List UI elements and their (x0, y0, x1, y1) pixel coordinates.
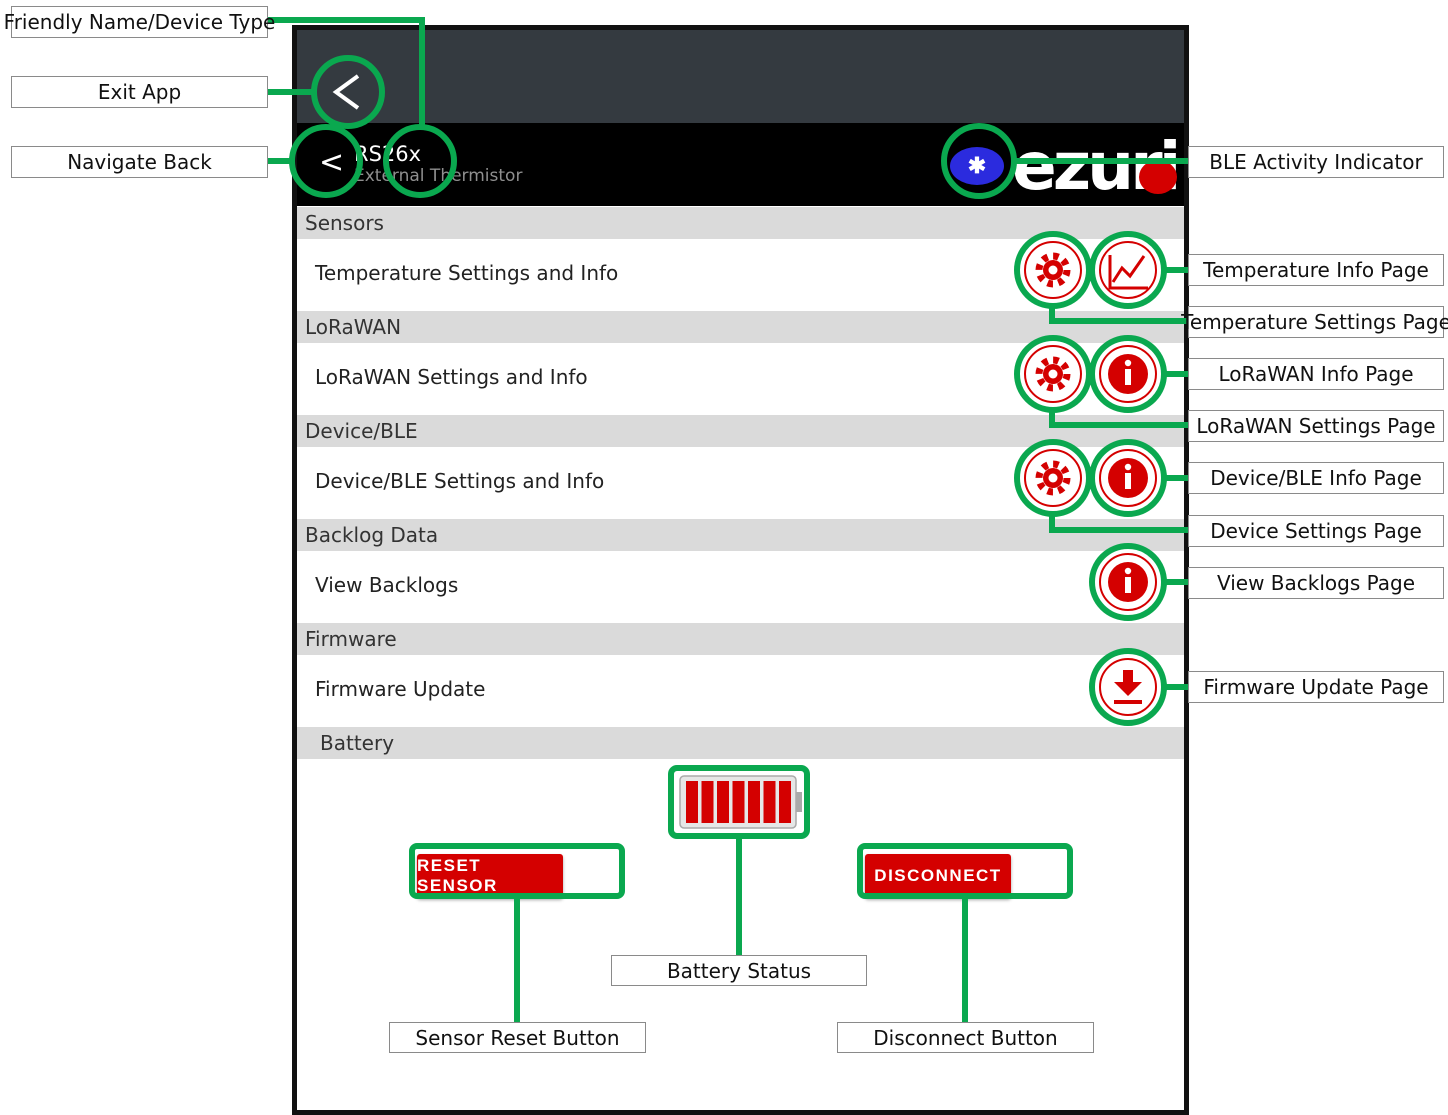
navigate-back-highlight (289, 124, 363, 198)
callout-lorawan-settings: LoRaWAN Settings Page (1188, 410, 1444, 442)
disconnect-button-highlight (857, 843, 1073, 899)
device-info-icon (1089, 439, 1167, 517)
callout-battery-status: Battery Status (611, 955, 867, 986)
firmware-download-icon (1089, 648, 1167, 726)
callout-device-info: Device/BLE Info Page (1188, 462, 1444, 494)
battery-cell (748, 781, 760, 823)
temperature-info-chart-icon (1089, 231, 1167, 309)
callout-device-settings: Device Settings Page (1188, 515, 1444, 547)
friendly-name-highlight (383, 124, 457, 198)
callout-temp-info: Temperature Info Page (1188, 254, 1444, 286)
battery-cell (779, 781, 791, 823)
battery-cell (732, 781, 745, 823)
view-backlogs-info-icon (1089, 543, 1167, 621)
callout-friendly-name: Friendly Name/Device Type (4, 6, 275, 38)
device-settings-gear-icon (1014, 439, 1092, 517)
callout-lorawan-info: LoRaWAN Info Page (1188, 358, 1444, 390)
lorawan-info-icon (1089, 335, 1167, 413)
callout-firmware-update: Firmware Update Page (1188, 671, 1444, 703)
callout-disconnect-button: Disconnect Button (837, 1022, 1094, 1053)
battery-cell (701, 781, 714, 823)
battery-icon (668, 765, 810, 839)
callout-sensor-reset: Sensor Reset Button (389, 1022, 646, 1053)
battery-cell (717, 781, 729, 823)
battery-cell (686, 781, 698, 823)
callout-ble-activity: BLE Activity Indicator (1188, 146, 1444, 178)
callout-temp-settings: Temperature Settings Page (1181, 306, 1448, 338)
reset-button-highlight (409, 843, 625, 899)
exit-app-highlight (311, 55, 385, 129)
temperature-settings-gear-icon (1014, 231, 1092, 309)
callout-exit-app: Exit App (11, 76, 268, 108)
ble-highlight (941, 123, 1017, 199)
exit-chevron-icon (332, 74, 360, 110)
battery-cell (763, 781, 776, 823)
lorawan-settings-gear-icon (1014, 335, 1092, 413)
callout-view-backlogs: View Backlogs Page (1188, 567, 1444, 599)
callout-navigate-back: Navigate Back (11, 146, 268, 178)
